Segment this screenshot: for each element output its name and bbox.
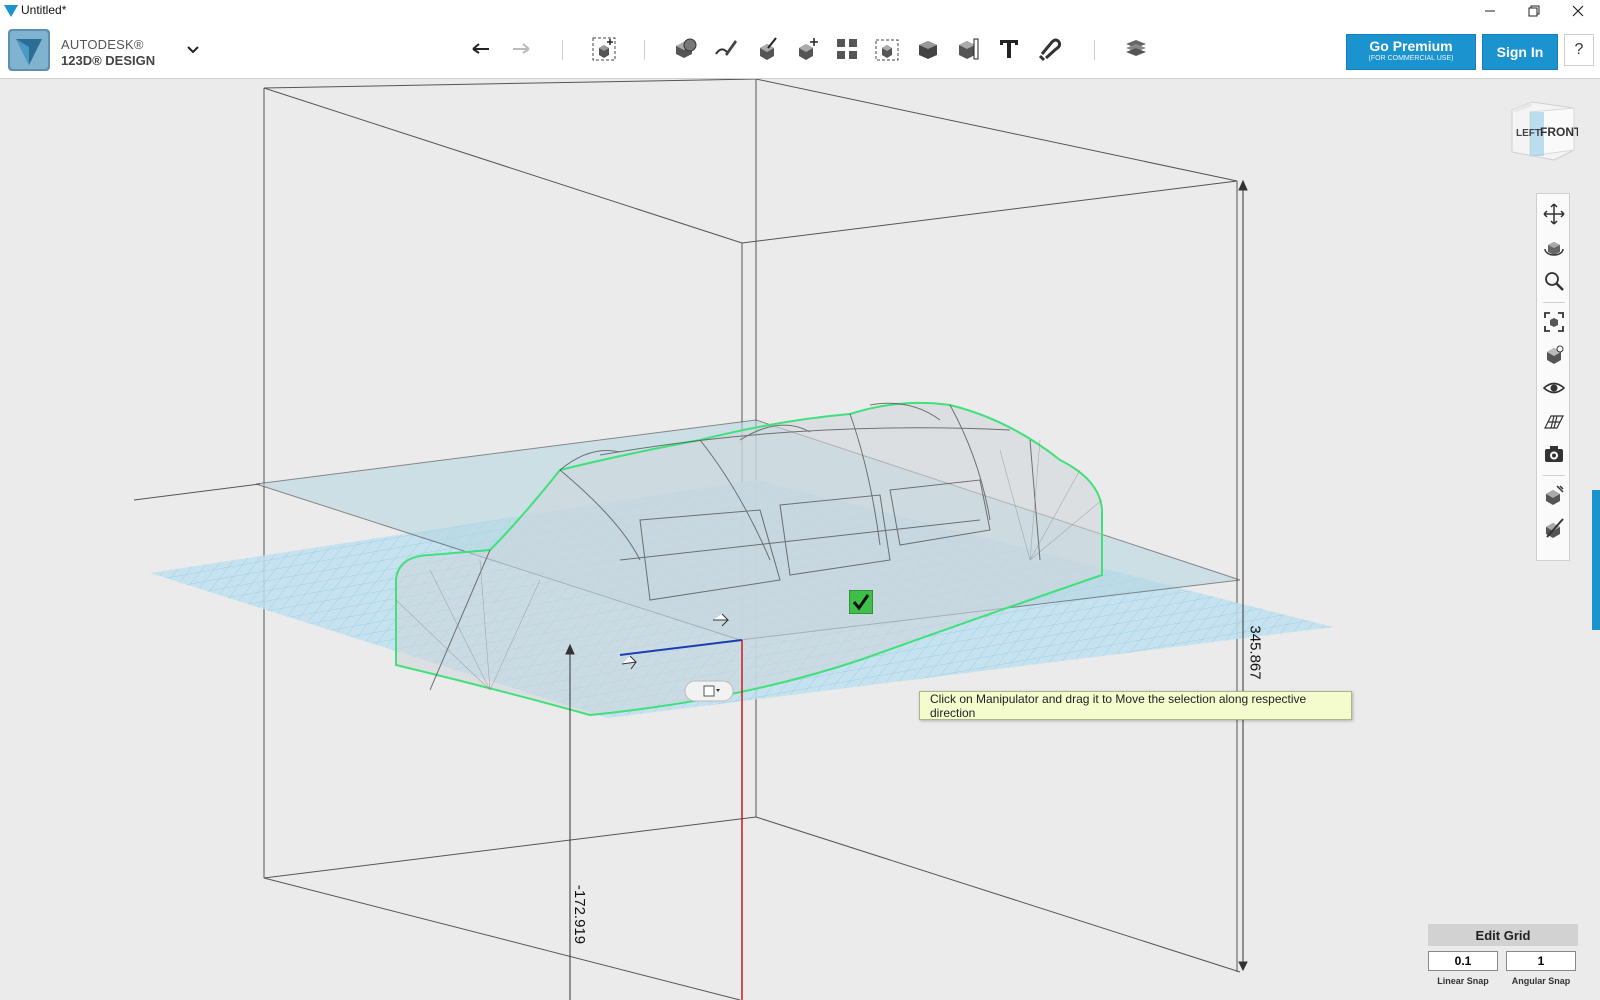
material-button[interactable]	[1121, 34, 1151, 64]
premium-sublabel: (FOR COMMERCIAL USE)	[1368, 55, 1454, 62]
visibility-button[interactable]	[1542, 376, 1566, 400]
linear-snap-input[interactable]: 0.1	[1428, 951, 1498, 971]
3d-viewport[interactable]: 345.867 -172.919 Click on Manipulator an…	[0, 79, 1600, 1000]
help-button[interactable]: ?	[1564, 34, 1594, 66]
height-dimension-label[interactable]: 345.867	[1247, 625, 1264, 679]
text-button[interactable]	[994, 34, 1024, 64]
undo-button[interactable]	[466, 34, 496, 64]
angular-snap-input[interactable]: 1	[1506, 951, 1576, 971]
side-panel-tab[interactable]	[1592, 490, 1600, 630]
restore-icon	[1528, 5, 1540, 17]
primitives-icon	[676, 38, 697, 58]
combine-button[interactable]	[913, 34, 943, 64]
premium-label: Go Premium	[1369, 38, 1453, 54]
undo-icon	[472, 43, 489, 54]
toolbar-divider	[644, 40, 645, 60]
sign-in-button[interactable]: Sign In	[1482, 34, 1558, 70]
pan-icon	[1543, 203, 1565, 225]
materials-button[interactable]	[1542, 516, 1566, 540]
brand-line1: AUTODESK®	[61, 37, 144, 52]
snap-button[interactable]	[1034, 34, 1064, 64]
transform-icon	[592, 37, 616, 61]
pattern-icon	[837, 39, 857, 59]
angular-snap-label: Angular Snap	[1511, 976, 1571, 986]
manipulator-tooltip: Click on Manipulator and drag it to Move…	[919, 691, 1352, 720]
go-premium-button[interactable]: Go Premium (FOR COMMERCIAL USE)	[1346, 34, 1476, 70]
checkmark-icon	[848, 589, 874, 615]
redo-button[interactable]	[506, 34, 536, 64]
window-title: Untitled*	[21, 3, 67, 17]
materials-icon	[1546, 518, 1564, 538]
chevron-down-icon[interactable]	[186, 42, 200, 56]
grid-icon	[1544, 415, 1564, 429]
brand-line2: 123D® DESIGN	[61, 53, 156, 68]
primitives-button[interactable]	[670, 34, 700, 64]
modify-icon	[799, 38, 818, 60]
orbit-button[interactable]	[1542, 236, 1566, 260]
transform-button[interactable]	[589, 34, 619, 64]
title-bar: Untitled*	[0, 0, 1600, 23]
snapshot-button[interactable]	[1542, 483, 1566, 507]
camera-button[interactable]	[1542, 442, 1566, 466]
app-logo-icon[interactable]	[8, 29, 50, 71]
snapshot-icon	[1546, 485, 1564, 505]
minimize-button[interactable]	[1468, 0, 1512, 22]
snap-icon	[1038, 38, 1062, 62]
view-icon	[1547, 345, 1564, 364]
scene-canvas[interactable]	[0, 79, 1600, 1000]
material-icon	[1126, 40, 1146, 56]
view-cube-icon: LEFT FRONT	[1511, 101, 1582, 161]
grid-button[interactable]	[1542, 409, 1566, 433]
camera-icon	[1545, 446, 1563, 462]
linear-snap-label: Linear Snap	[1437, 976, 1489, 986]
construct-icon	[760, 37, 777, 60]
manipulator-handle[interactable]	[684, 680, 734, 702]
manipulator-icon	[684, 680, 734, 702]
measure-button[interactable]	[953, 34, 983, 64]
navbar-divider	[1543, 302, 1565, 303]
offset-dimension-label[interactable]: -172.919	[571, 885, 588, 944]
zoom-icon	[1545, 272, 1564, 291]
view-cube-front-face: FRONT	[1540, 125, 1578, 139]
group-icon	[875, 39, 899, 61]
grid-snap-panel: Edit Grid 0.1 1 Linear Snap Angular Snap	[1428, 924, 1578, 990]
close-button[interactable]	[1556, 0, 1600, 22]
measure-icon	[959, 38, 979, 60]
text-icon	[1000, 40, 1018, 58]
navbar-divider	[1543, 475, 1565, 476]
app-icon	[4, 5, 18, 17]
modify-button[interactable]	[792, 34, 822, 64]
redo-icon	[513, 43, 530, 54]
fit-button[interactable]	[1542, 310, 1566, 334]
view-cube-left-face: LEFT	[1516, 128, 1541, 139]
navigation-bar	[1536, 193, 1570, 561]
pan-button[interactable]	[1542, 202, 1566, 226]
main-toolbar: AUTODESK® 123D® DESIGN Go Premium (FOR C…	[0, 22, 1600, 79]
confirm-check-button[interactable]	[848, 589, 874, 615]
sketch-icon	[715, 40, 737, 56]
orbit-icon	[1544, 242, 1564, 256]
pattern-button[interactable]	[832, 34, 862, 64]
sketch-button[interactable]	[711, 34, 741, 64]
toolbar-divider	[562, 40, 563, 60]
edit-grid-button[interactable]: Edit Grid	[1428, 924, 1578, 946]
restore-button[interactable]	[1512, 0, 1556, 22]
view-button[interactable]	[1542, 343, 1566, 367]
fit-icon	[1544, 312, 1564, 332]
toolbar-divider	[1094, 40, 1095, 60]
minimize-icon	[1485, 10, 1495, 12]
view-cube[interactable]: LEFT FRONT	[1508, 100, 1582, 162]
group-button[interactable]	[872, 34, 902, 64]
close-icon	[1572, 5, 1584, 17]
eye-icon	[1543, 382, 1565, 394]
zoom-button[interactable]	[1542, 269, 1566, 293]
construct-button[interactable]	[752, 34, 782, 64]
combine-icon	[919, 41, 937, 59]
